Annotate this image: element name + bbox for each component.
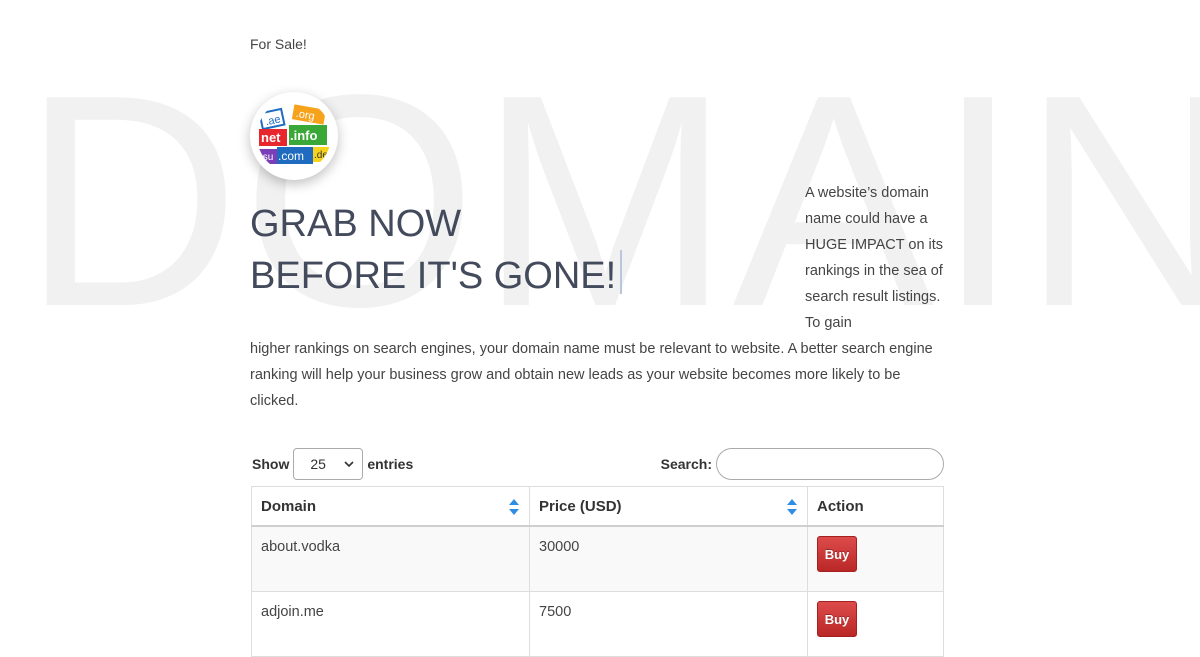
headline-line-2: BEFORE IT'S GONE! — [250, 255, 617, 297]
price-cell: 30000 — [529, 525, 808, 592]
column-header-price-label: Price (USD) — [539, 497, 622, 515]
column-header-price[interactable]: Price (USD) — [529, 486, 808, 527]
buy-button[interactable]: Buy — [817, 536, 857, 572]
show-label: Show — [252, 456, 290, 472]
for-sale-label: For Sale! — [250, 36, 307, 52]
buy-button[interactable]: Buy — [817, 601, 857, 637]
domain-cell: adjoin.me — [251, 591, 530, 657]
description-lower: higher rankings on search engines, your … — [250, 341, 933, 409]
entries-select-value: 25 — [310, 456, 326, 472]
entries-label: entries — [367, 456, 414, 472]
column-header-action: Action — [807, 486, 944, 527]
typing-cursor — [620, 250, 623, 294]
domains-table: Domain Price (USD) Action about.vodka 30… — [251, 486, 944, 657]
column-header-action-label: Action — [817, 497, 864, 515]
search-input[interactable] — [716, 448, 944, 480]
description-side: A website’s domain name could have a HUG… — [805, 185, 944, 331]
domain-cell: about.vodka — [251, 525, 530, 592]
table-controls: Show 25 entries Search: — [250, 447, 944, 481]
sort-both-icon — [787, 499, 797, 515]
table-row: adjoin.me 7500 Buy — [251, 591, 944, 657]
entries-select[interactable]: 25 — [293, 448, 364, 480]
entries-length-control: Show 25 entries — [252, 447, 413, 481]
table-header-row: Domain Price (USD) Action — [251, 486, 944, 527]
chevron-down-icon — [344, 461, 354, 468]
action-cell: Buy — [807, 591, 944, 657]
domain-logo: .ae .org net .info .su .com .de — [250, 92, 338, 180]
table-row: about.vodka 30000 Buy — [251, 525, 944, 592]
column-header-domain[interactable]: Domain — [251, 486, 530, 527]
logo-tag-net: net — [261, 130, 281, 145]
price-cell: 7500 — [529, 591, 808, 657]
sort-both-icon — [509, 499, 519, 515]
logo-tag-su: .su — [260, 152, 273, 163]
search-label: Search: — [660, 456, 712, 472]
logo-tag-info: .info — [290, 128, 317, 143]
headline-line-1: GRAB NOW — [250, 203, 462, 245]
logo-tag-com: .com — [278, 149, 304, 163]
action-cell: Buy — [807, 525, 944, 592]
table-search: Search: — [661, 447, 944, 481]
domain-globe-icon: .ae .org net .info .su .com .de — [257, 99, 331, 173]
logo-tag-de: .de — [314, 150, 328, 161]
page-headline: GRAB NOW BEFORE IT'S GONE! — [250, 198, 623, 302]
column-header-domain-label: Domain — [261, 497, 317, 515]
